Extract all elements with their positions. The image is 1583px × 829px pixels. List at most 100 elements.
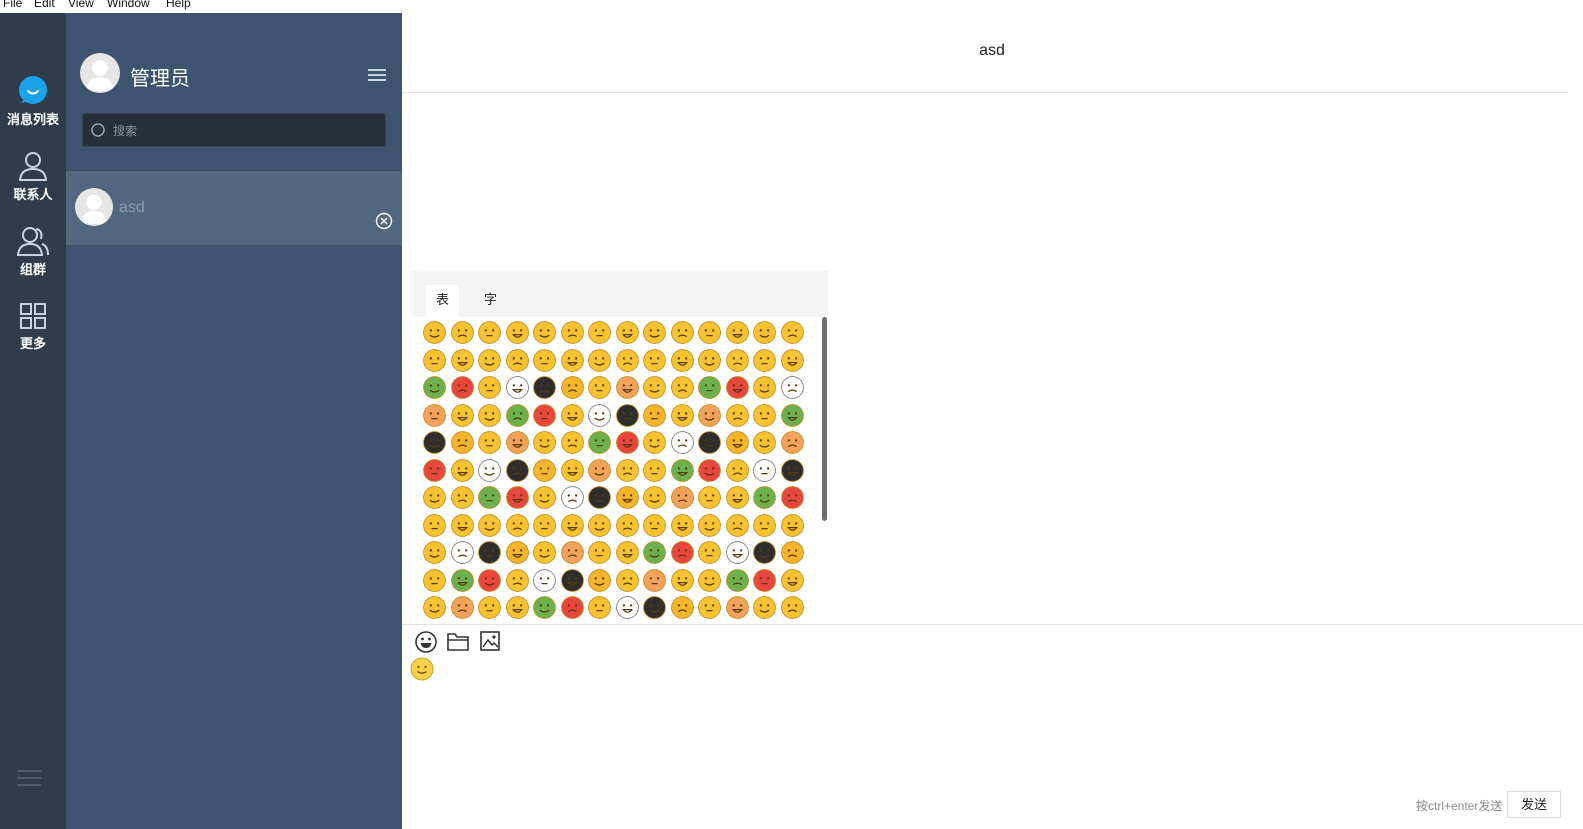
emoji-item[interactable] <box>560 458 585 483</box>
emoji-item[interactable] <box>725 458 750 483</box>
menu-view[interactable]: View <box>68 0 94 9</box>
emoji-item[interactable] <box>505 320 530 345</box>
emoji-item[interactable] <box>615 513 640 538</box>
emoji-item[interactable] <box>422 595 447 620</box>
emoji-item[interactable] <box>587 403 612 428</box>
emoji-item[interactable] <box>422 540 447 565</box>
emoji-item[interactable] <box>532 540 557 565</box>
emoji-item[interactable] <box>642 430 667 455</box>
emoji-item[interactable] <box>780 513 805 538</box>
emoji-item[interactable] <box>532 595 557 620</box>
emoji-item[interactable] <box>752 458 777 483</box>
close-conversation-icon[interactable] <box>375 212 393 230</box>
emoji-item[interactable] <box>697 458 722 483</box>
menu-file[interactable]: File <box>3 0 22 9</box>
emoji-item[interactable] <box>642 513 667 538</box>
emoji-item[interactable] <box>477 320 502 345</box>
emoji-item[interactable] <box>532 568 557 593</box>
emoji-item[interactable] <box>477 568 502 593</box>
emoji-item[interactable] <box>422 485 447 510</box>
emoji-item[interactable] <box>670 320 695 345</box>
emoji-item[interactable] <box>780 485 805 510</box>
emoji-item[interactable] <box>532 348 557 373</box>
emoji-item[interactable] <box>505 348 530 373</box>
emoji-item[interactable] <box>642 348 667 373</box>
emoji-item[interactable] <box>752 595 777 620</box>
emoji-item[interactable] <box>587 568 612 593</box>
emoji-scrollbar[interactable] <box>822 317 827 521</box>
send-button[interactable]: 发送 <box>1507 791 1561 818</box>
menu-edit[interactable]: Edit <box>34 0 55 9</box>
emoji-item[interactable] <box>615 485 640 510</box>
emoji-item[interactable] <box>670 513 695 538</box>
emoji-item[interactable] <box>560 320 585 345</box>
nav-item-groups[interactable]: 组群 <box>0 225 66 278</box>
emoji-item[interactable] <box>477 375 502 400</box>
emoji-item[interactable] <box>670 430 695 455</box>
emoji-item[interactable] <box>725 348 750 373</box>
emoji-item[interactable] <box>532 320 557 345</box>
emoji-item[interactable] <box>752 320 777 345</box>
nav-item-messages[interactable]: 消息列表 <box>0 75 66 128</box>
emoji-item[interactable] <box>477 485 502 510</box>
menu-window[interactable]: Window <box>107 0 150 9</box>
emoji-item[interactable] <box>752 403 777 428</box>
emoji-item[interactable] <box>422 348 447 373</box>
emoji-item[interactable] <box>505 513 530 538</box>
sidebar-menu-icon[interactable] <box>368 68 386 82</box>
emoji-item[interactable] <box>642 375 667 400</box>
emoji-item[interactable] <box>725 430 750 455</box>
emoji-item[interactable] <box>615 458 640 483</box>
emoji-item[interactable] <box>642 540 667 565</box>
emoji-item[interactable] <box>642 595 667 620</box>
emoji-item[interactable] <box>615 568 640 593</box>
emoji-item[interactable] <box>505 375 530 400</box>
emoji-item[interactable] <box>450 485 475 510</box>
search-input[interactable]: 搜索 <box>82 113 386 147</box>
emoji-item[interactable] <box>642 568 667 593</box>
emoji-item[interactable] <box>477 513 502 538</box>
nav-item-more[interactable]: 更多 <box>0 301 66 352</box>
emoji-item[interactable] <box>725 320 750 345</box>
emoji-item[interactable] <box>587 458 612 483</box>
emoji-item[interactable] <box>560 513 585 538</box>
emoji-item[interactable] <box>697 595 722 620</box>
emoji-item[interactable] <box>725 403 750 428</box>
emoji-item[interactable] <box>642 485 667 510</box>
emoji-item[interactable] <box>725 375 750 400</box>
emoji-item[interactable] <box>780 403 805 428</box>
emoji-item[interactable] <box>615 595 640 620</box>
emoji-item[interactable] <box>670 458 695 483</box>
emoji-item[interactable] <box>780 595 805 620</box>
emoji-item[interactable] <box>670 595 695 620</box>
emoji-item[interactable] <box>587 595 612 620</box>
emoji-item[interactable] <box>725 513 750 538</box>
emoji-item[interactable] <box>587 375 612 400</box>
emoji-item[interactable] <box>697 513 722 538</box>
emoji-item[interactable] <box>587 320 612 345</box>
nav-item-contacts[interactable]: 联系人 <box>0 150 66 203</box>
emoji-item[interactable] <box>422 403 447 428</box>
user-avatar[interactable] <box>80 53 120 93</box>
emoji-item[interactable] <box>642 458 667 483</box>
emoji-item[interactable] <box>450 595 475 620</box>
hamburger-icon[interactable] <box>17 768 41 788</box>
emoji-item[interactable] <box>477 403 502 428</box>
menu-help[interactable]: Help <box>166 0 191 9</box>
emoji-item[interactable] <box>752 540 777 565</box>
emoji-item[interactable] <box>697 430 722 455</box>
emoji-item[interactable] <box>450 320 475 345</box>
emoji-item[interactable] <box>697 540 722 565</box>
emoji-item[interactable] <box>780 430 805 455</box>
emoji-item[interactable] <box>697 348 722 373</box>
emoji-item[interactable] <box>505 403 530 428</box>
folder-icon[interactable] <box>446 630 470 652</box>
emoji-item[interactable] <box>780 348 805 373</box>
emoji-item[interactable] <box>560 375 585 400</box>
emoji-item[interactable] <box>450 540 475 565</box>
tab-text-emoji[interactable]: 字符表情 <box>474 285 507 397</box>
emoji-item[interactable] <box>697 485 722 510</box>
emoji-item[interactable] <box>642 320 667 345</box>
emoji-item[interactable] <box>560 403 585 428</box>
smiley-icon[interactable] <box>414 630 438 654</box>
